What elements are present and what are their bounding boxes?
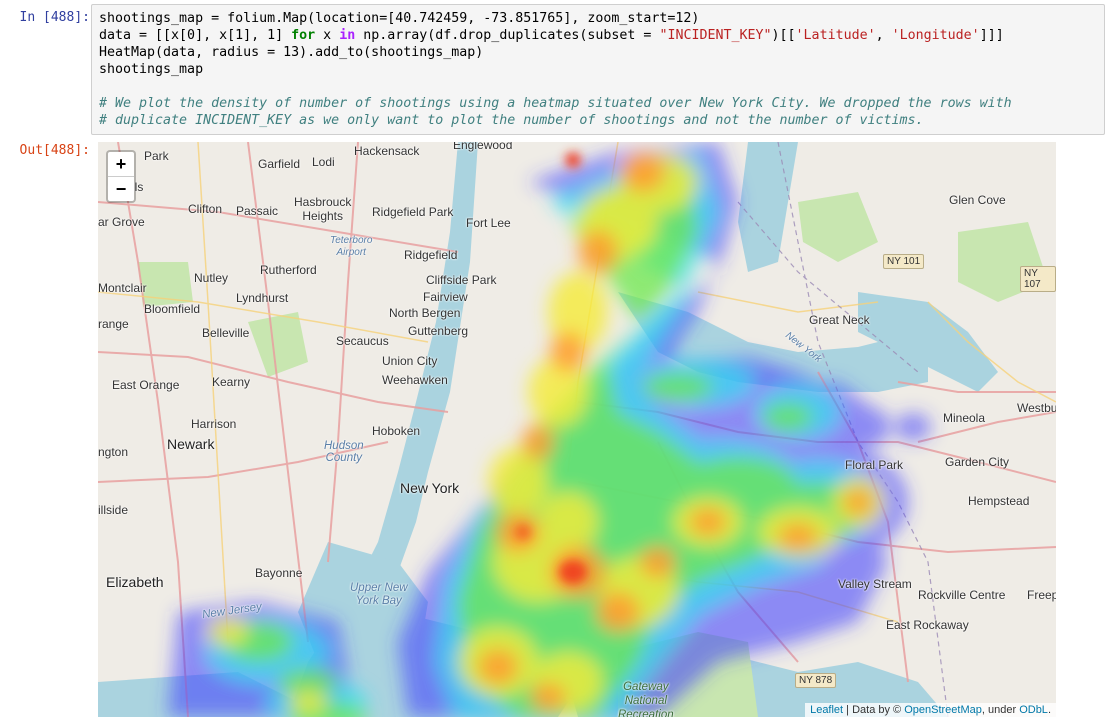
attribution-text: | Data by © [843,704,905,716]
code-comment-2: # duplicate INCIDENT_KEY as we only want… [99,113,924,128]
map-label-garden-city: Garden City [945,455,1010,469]
map-label-upper-bay: Upper New York Bay [350,582,408,607]
map-label-kearny: Kearny [212,375,251,389]
map-label-floral-park: Floral Park [845,458,904,472]
map-label-ridgefield: Ridgefield [404,248,458,262]
map-label-hudson: Hudson County [324,440,364,464]
map-label-hackensack: Hackensack [354,144,420,158]
map-label-bloomfield: Bloomfield [144,302,201,316]
map-label-secaucus: Secaucus [336,334,389,348]
attribution-text-2: , under [981,704,1020,716]
map-label-valley-stream: Valley Stream [838,577,912,591]
map-label-cliffside: Cliffside Park [426,273,497,287]
route-shield-ny878: NY 878 [795,673,837,688]
map-label-union-city: Union City [382,354,438,368]
map-label-fort-lee: Fort Lee [466,216,511,230]
code-comment-1: # We plot the density of number of shoot… [99,96,1012,111]
map-label-belleville: Belleville [202,326,250,340]
map-label-rutherford: Rutherford [260,263,317,277]
map-label-elizabeth: Elizabeth [106,574,164,590]
map-label-passaic: Passaic [236,204,279,218]
code-input-area[interactable]: shootings_map = folium.Map(location=[40.… [91,4,1105,135]
map-label-east-orange: East Orange [112,378,180,392]
odbl-link[interactable]: ODbL [1019,704,1048,716]
route-shield-ny101: NY 101 [883,254,925,269]
map-label-nutley: Nutley [194,271,229,285]
output-prompt: Out[488]: [19,143,90,158]
map-label-north-bergen: North Bergen [389,306,461,320]
map-label-fairview: Fairview [423,290,468,304]
code-line-2: data = [[x[0], x[1], 1] for x in np.arra… [99,28,1004,43]
map-label-hempstead: Hempstead [968,494,1030,508]
map-label-freeport: Freep [1027,588,1056,602]
code-line-3: HeatMap(data, radius = 13).add_to(shooti… [99,45,484,60]
map-label-garfield: Garfield [258,157,301,171]
map-label-montclair: Montclair [98,281,147,295]
map-label-harrison: Harrison [191,417,237,431]
map-label-ngton: ngton [98,445,129,459]
map-label-hoboken: Hoboken [372,424,421,438]
map-attribution: Leaflet | Data by © OpenStreetMap, under… [805,703,1056,717]
openstreetmap-link[interactable]: OpenStreetMap [904,704,982,716]
map-label-great-neck: Great Neck [809,313,870,327]
map-label-new-york: New York [400,480,460,496]
input-prompt: In [488]: [19,10,90,25]
map-label-hasbrouck: Hasbrouck Heights [294,195,352,223]
map-label-bayonne: Bayonne [255,566,303,580]
zoom-out-button[interactable]: − [108,177,134,201]
map-label-ridgefield-park: Ridgefield Park [372,205,454,219]
map-label-orange: range [98,317,129,331]
zoom-in-button[interactable]: + [108,152,134,177]
map-label-lodi: Lodi [312,155,335,169]
map-label-glen-cove: Glen Cove [949,193,1006,207]
map-label-park: Park [144,149,169,163]
map-label-newark: Newark [167,436,215,452]
map-label-lyndhurst: Lyndhurst [236,291,289,305]
map-label-clifton: Clifton [188,202,223,216]
map-label-gateway: Gateway National Recreation [618,681,674,717]
map-label-guttenberg: Guttenberg [408,324,469,338]
code-editor[interactable]: shootings_map = folium.Map(location=[40.… [99,10,1012,129]
map-label-westbury: Westbu [1017,401,1056,415]
map-label-rockville: Rockville Centre [918,588,1006,602]
code-line-4: shootings_map [99,62,204,77]
map-label-mineola: Mineola [943,411,986,425]
leaflet-link[interactable]: Leaflet [810,704,843,716]
map-label-englewood: Englewood [453,142,513,152]
route-shield-ny107: NY 107 [1020,266,1056,292]
map-label-weehawken: Weehawken [382,373,448,387]
map-label-illside: illside [98,503,129,517]
map-label-grove: ar Grove [98,215,145,229]
attribution-end: . [1047,704,1051,716]
map-label-teterboro: Teterboro Airport [330,235,373,258]
code-line-1: shootings_map = folium.Map(location=[40.… [99,11,700,26]
zoom-control: + − [106,150,136,203]
heatmap-map[interactable]: Hackensack Englewood Park Garfield Lodi … [98,142,1056,717]
map-label-east-rockaway: East Rockaway [886,618,969,632]
